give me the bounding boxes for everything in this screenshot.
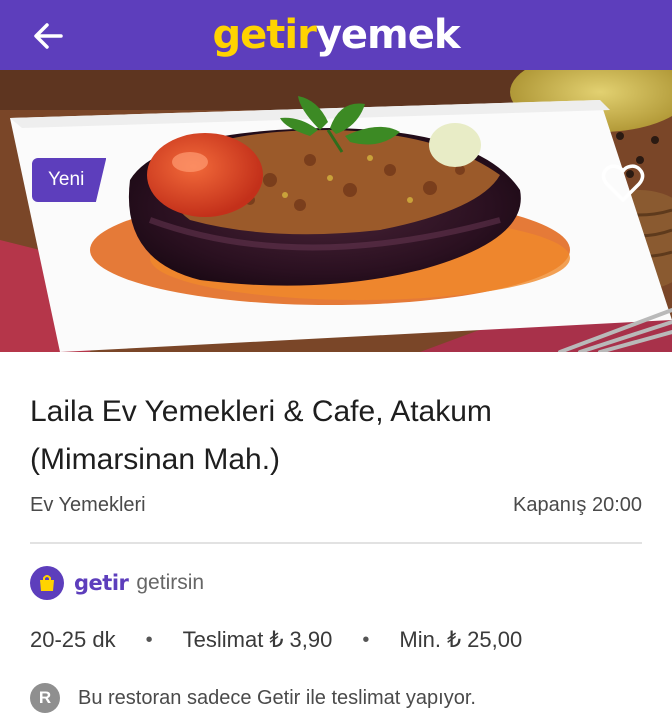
arrow-left-icon — [34, 23, 63, 49]
logo-yemek-text: yemek — [315, 12, 461, 58]
logo-getir-text: getir — [212, 12, 317, 58]
food-photo — [0, 70, 672, 352]
delivery-fee: Teslimat ₺ 3,90 — [182, 627, 333, 652]
getir-brand-text: getir — [74, 571, 129, 595]
restaurant-badge-icon: R — [30, 683, 60, 713]
closing-time: Kapanış 20:00 — [513, 494, 642, 516]
delivery-time: 20-25 dk — [30, 627, 116, 652]
minimum-order: Min. ₺ 25,00 — [399, 627, 523, 652]
separator-dot: • — [362, 628, 370, 651]
delivery-provider-row: getir getirsin — [30, 566, 204, 600]
divider — [30, 542, 642, 544]
new-badge: Yeni — [32, 158, 107, 202]
restaurant-name: Laila Ev Yemekleri & Cafe, Atakum (Mimar… — [30, 395, 492, 476]
heart-outline-icon — [601, 164, 645, 202]
top-bar: getiryemek — [0, 0, 672, 70]
restaurant-info-panel: Laila Ev Yemekleri & Cafe, Atakum (Mimar… — [0, 352, 672, 720]
cuisine-label: Ev Yemekleri — [30, 494, 146, 516]
delivery-label: getirsin — [136, 571, 205, 594]
delivery-note: Bu restoran sadece Getir ile teslimat ya… — [78, 686, 476, 709]
getir-yemek-logo: getiryemek — [212, 0, 461, 70]
restaurant-meta-row: Ev Yemekleri Kapanış 20:00 — [30, 492, 642, 522]
delivery-note-row: R Bu restoran sadece Getir ile teslimat … — [30, 682, 476, 714]
separator-dot: • — [145, 628, 153, 651]
favorite-button[interactable] — [600, 162, 656, 210]
back-button[interactable] — [24, 12, 72, 60]
delivery-info-row: 20-25 dk • Teslimat ₺ 3,90 • Min. ₺ 25,0… — [30, 624, 522, 656]
restaurant-hero-image: Yeni — [0, 70, 672, 352]
shopping-bag-icon — [30, 566, 64, 600]
